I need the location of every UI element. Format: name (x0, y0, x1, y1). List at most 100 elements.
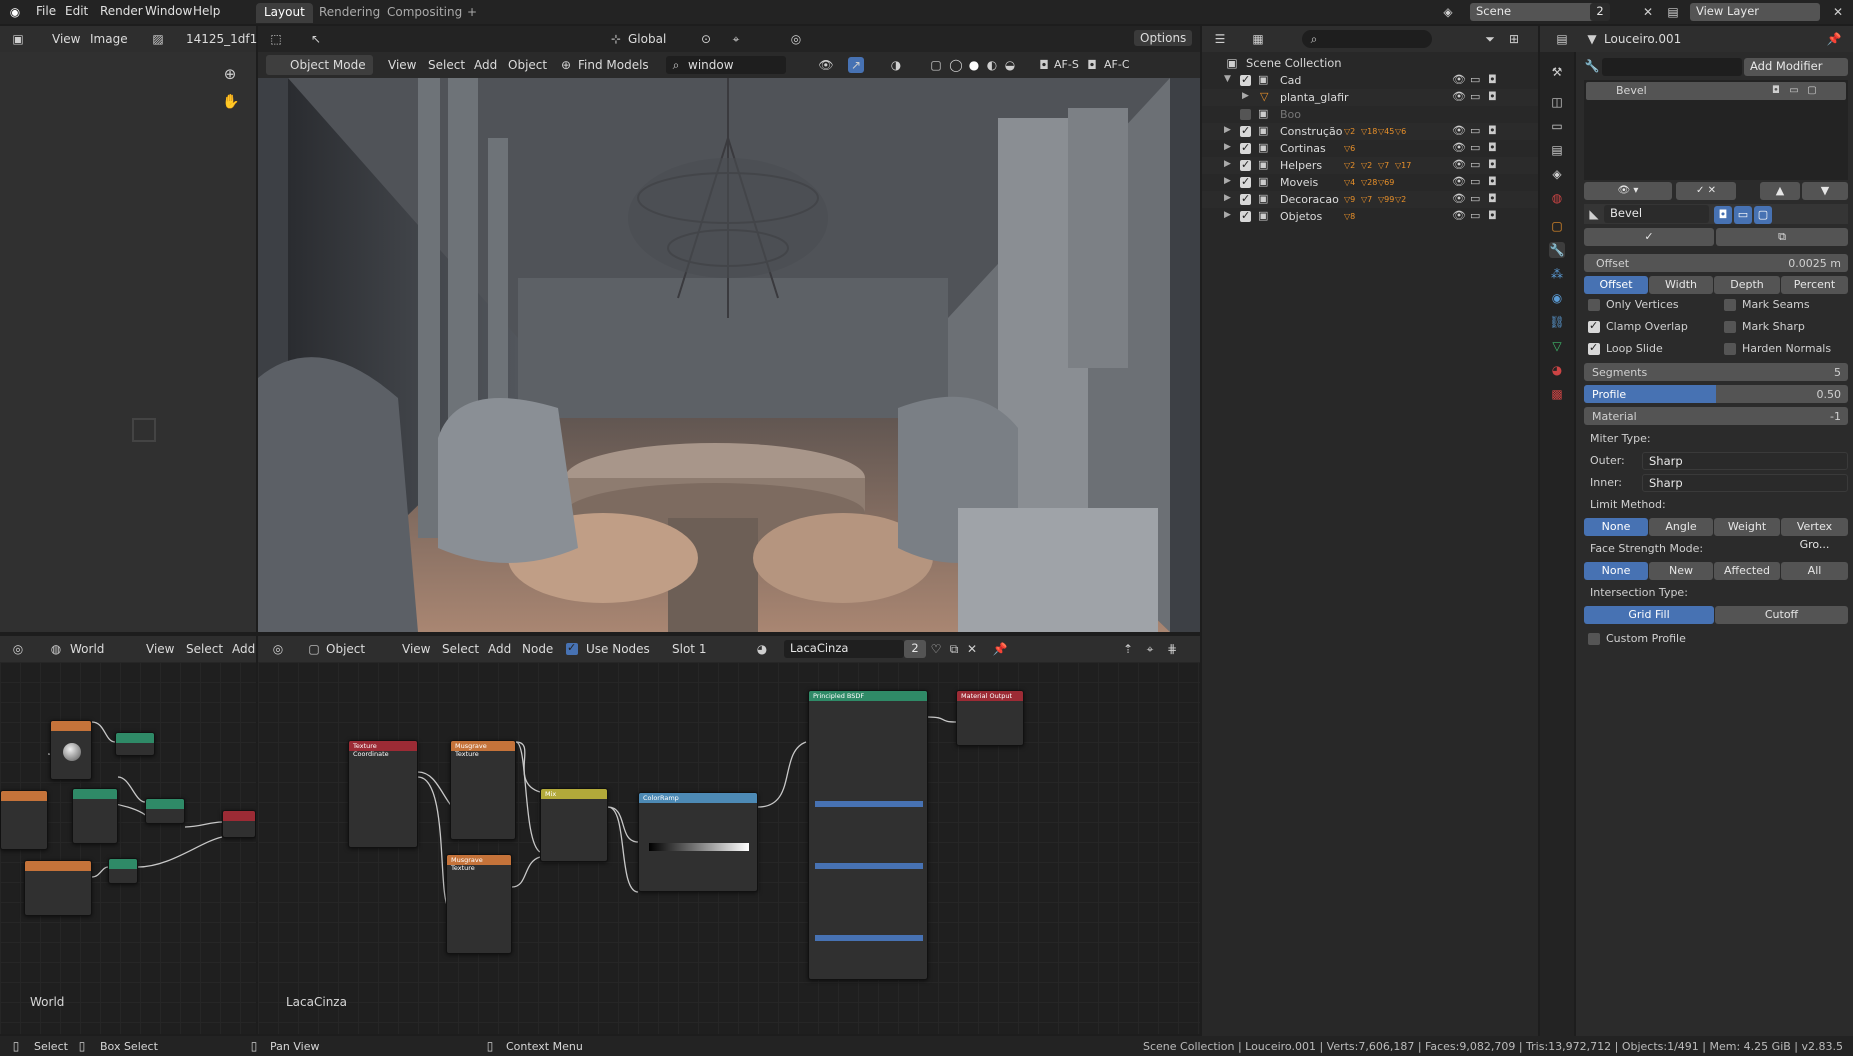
duplicate-icon[interactable]: ⧉ (946, 641, 962, 657)
eye-icon[interactable]: 👁 (1452, 73, 1466, 86)
scene-collection-label[interactable]: Scene Collection (1246, 56, 1342, 70)
material-shading-icon[interactable]: ◐ (984, 57, 1000, 73)
colorramp-gradient[interactable] (649, 843, 749, 851)
camera-icon[interactable]: ◘ (1488, 209, 1497, 222)
scene-name-field[interactable]: Scene (1470, 3, 1600, 21)
tab-rendering[interactable]: Rendering (311, 3, 388, 23)
child-count-badge[interactable]: ▽2 (1344, 161, 1355, 170)
outliner-row[interactable]: ▶ ▣ Decoracao ▽9 ▽7 ▽99▽2 👁 ▭ ◘ (1202, 191, 1538, 208)
editmode-icon[interactable]: ▢ (1804, 83, 1820, 99)
properties-editor-icon[interactable]: ▤ (1554, 31, 1570, 47)
overlay-icon[interactable]: ◑ (888, 57, 904, 73)
shader-menu-node[interactable]: Node (522, 642, 553, 656)
world-menu-view[interactable]: View (146, 642, 174, 656)
proportional-edit-icon[interactable]: ◎ (788, 31, 804, 47)
loop-slide-checkbox[interactable] (1588, 341, 1600, 355)
close-icon[interactable]: ✕ (964, 641, 980, 657)
camera-icon[interactable]: ◘ (1084, 57, 1100, 73)
expand-arrow-icon[interactable]: ▶ (1224, 176, 1231, 186)
texture-tab-icon[interactable]: ▩ (1549, 386, 1565, 402)
camera-icon[interactable]: ◘ (1488, 141, 1497, 154)
viewport-menu-object[interactable]: Object (508, 58, 547, 72)
collection-checkbox[interactable] (1240, 124, 1251, 137)
menu-window[interactable]: Window (145, 4, 192, 18)
view-layer-tab-icon[interactable]: ▤ (1549, 142, 1565, 158)
inner-miter-dropdown[interactable]: Sharp (1642, 474, 1848, 492)
material-tab-icon[interactable]: ◕ (1549, 362, 1565, 378)
outliner-editor-icon[interactable]: ☰ (1212, 31, 1228, 47)
view-layer-field[interactable]: View Layer (1690, 3, 1820, 21)
outliner-item-label[interactable]: Boo (1280, 108, 1301, 121)
camera-icon[interactable]: ◘ (1488, 73, 1497, 86)
mix-node[interactable]: Mix (540, 788, 608, 862)
outliner-item-label[interactable]: Decoracao (1280, 193, 1339, 206)
constraints-tab-icon[interactable]: ⛓ (1549, 314, 1565, 330)
outliner-item-label[interactable]: Cortinas (1280, 142, 1326, 155)
limit-none-button[interactable]: None (1584, 518, 1648, 536)
outliner-row[interactable]: ▶ ▣ Objetos ▽8 👁 ▭ ◘ (1202, 208, 1538, 225)
list-view-button[interactable]: 👁 ▾ (1584, 182, 1672, 200)
pin-icon[interactable]: 📌 (1826, 31, 1842, 47)
width-type-percent[interactable]: Percent (1781, 276, 1848, 294)
viewport-menu-add[interactable]: Add (474, 58, 497, 72)
gizmo-icon[interactable]: ↗ (848, 57, 864, 73)
monitor-icon[interactable]: ▭ (1470, 124, 1480, 137)
menu-render[interactable]: Render (100, 4, 143, 18)
scene-icon[interactable]: ◈ (1440, 4, 1456, 20)
wireframe-shading-icon[interactable]: ◯ (948, 57, 964, 73)
fake-user-icon[interactable]: ♡ (928, 641, 944, 657)
child-count-badge[interactable]: ▽2 (1344, 127, 1355, 136)
slot-dropdown[interactable]: Slot 1 (672, 642, 706, 656)
camera-icon[interactable]: ◘ (1488, 192, 1497, 205)
hand-pan-icon[interactable]: ✋ (222, 94, 239, 110)
limit-angle-button[interactable]: Angle (1649, 518, 1713, 536)
alpha-slider[interactable] (815, 935, 923, 941)
world-type-dropdown[interactable]: World (70, 642, 104, 656)
camera-icon[interactable]: ◘ (1488, 175, 1497, 188)
viewport-menu-view[interactable]: View (388, 58, 416, 72)
af-c-button[interactable]: AF-C (1104, 58, 1130, 71)
monitor-icon[interactable]: ▭ (1470, 209, 1480, 222)
monitor-icon[interactable]: ▭ (1470, 141, 1480, 154)
image-menu-view[interactable]: View (52, 32, 80, 46)
principled-bsdf-node[interactable]: Principled BSDF (808, 690, 928, 980)
solid-shading-icon[interactable]: ● (966, 57, 982, 73)
outliner-item-label[interactable]: planta_glafir (1280, 91, 1349, 104)
close-icon[interactable]: ✕ (1830, 4, 1846, 20)
eye-icon[interactable]: 👁 (1452, 158, 1466, 171)
width-type-depth[interactable]: Depth (1714, 276, 1780, 294)
child-count-badge[interactable]: ▽18 (1361, 127, 1377, 136)
camera-icon[interactable]: ◘ (1036, 57, 1052, 73)
specular-slider[interactable] (815, 801, 923, 807)
child-count-badge[interactable]: ▽4 (1344, 178, 1355, 187)
shader-menu-select[interactable]: Select (442, 642, 479, 656)
child-count-badge[interactable]: ▽17 (1395, 161, 1411, 170)
child-count-badge[interactable]: ▽69 (1378, 178, 1394, 187)
viewport-menu-select[interactable]: Select (428, 58, 465, 72)
editmode-icon[interactable]: ▢ (1754, 206, 1772, 224)
move-up-button[interactable]: ▲ (1760, 182, 1800, 200)
limit-weight-button[interactable]: Weight (1714, 518, 1780, 536)
expand-arrow-icon[interactable]: ▶ (1224, 125, 1231, 135)
display-mode-icon[interactable]: ▦ (1250, 31, 1266, 47)
tab-layout[interactable]: Layout (256, 3, 313, 23)
musgrave-texture-node[interactable]: Musgrave Texture (446, 854, 512, 954)
expand-arrow-icon[interactable]: ▶ (1224, 142, 1231, 152)
render-tab-icon[interactable]: ◫ (1549, 94, 1565, 110)
new-collection-icon[interactable]: ⊞ (1506, 31, 1522, 47)
find-models-dropdown[interactable]: Find Models (578, 58, 649, 72)
child-count-badge[interactable]: ▽28 (1361, 178, 1377, 187)
image-menu-image[interactable]: Image (90, 32, 128, 46)
eye-icon[interactable]: 👁 (1452, 209, 1466, 222)
texture-coordinate-node[interactable]: Texture Coordinate (348, 740, 418, 848)
outliner-row[interactable]: ▶ ▣ Helpers ▽2 ▽2 ▽7 ▽17 👁 ▭ ◘ (1202, 157, 1538, 174)
world-node[interactable] (24, 860, 92, 916)
xray-icon[interactable]: ▢ (928, 57, 944, 73)
custom-profile-checkbox[interactable] (1588, 633, 1600, 645)
material-name-field[interactable]: LacaCinza (784, 640, 904, 658)
parent-node-tree-icon[interactable]: ⇡ (1120, 641, 1136, 657)
object-tab-icon[interactable]: ▢ (1549, 218, 1565, 234)
eye-icon[interactable]: 👁 (1452, 175, 1466, 188)
outer-miter-dropdown[interactable]: Sharp (1642, 452, 1848, 470)
width-type-width[interactable]: Width (1649, 276, 1713, 294)
